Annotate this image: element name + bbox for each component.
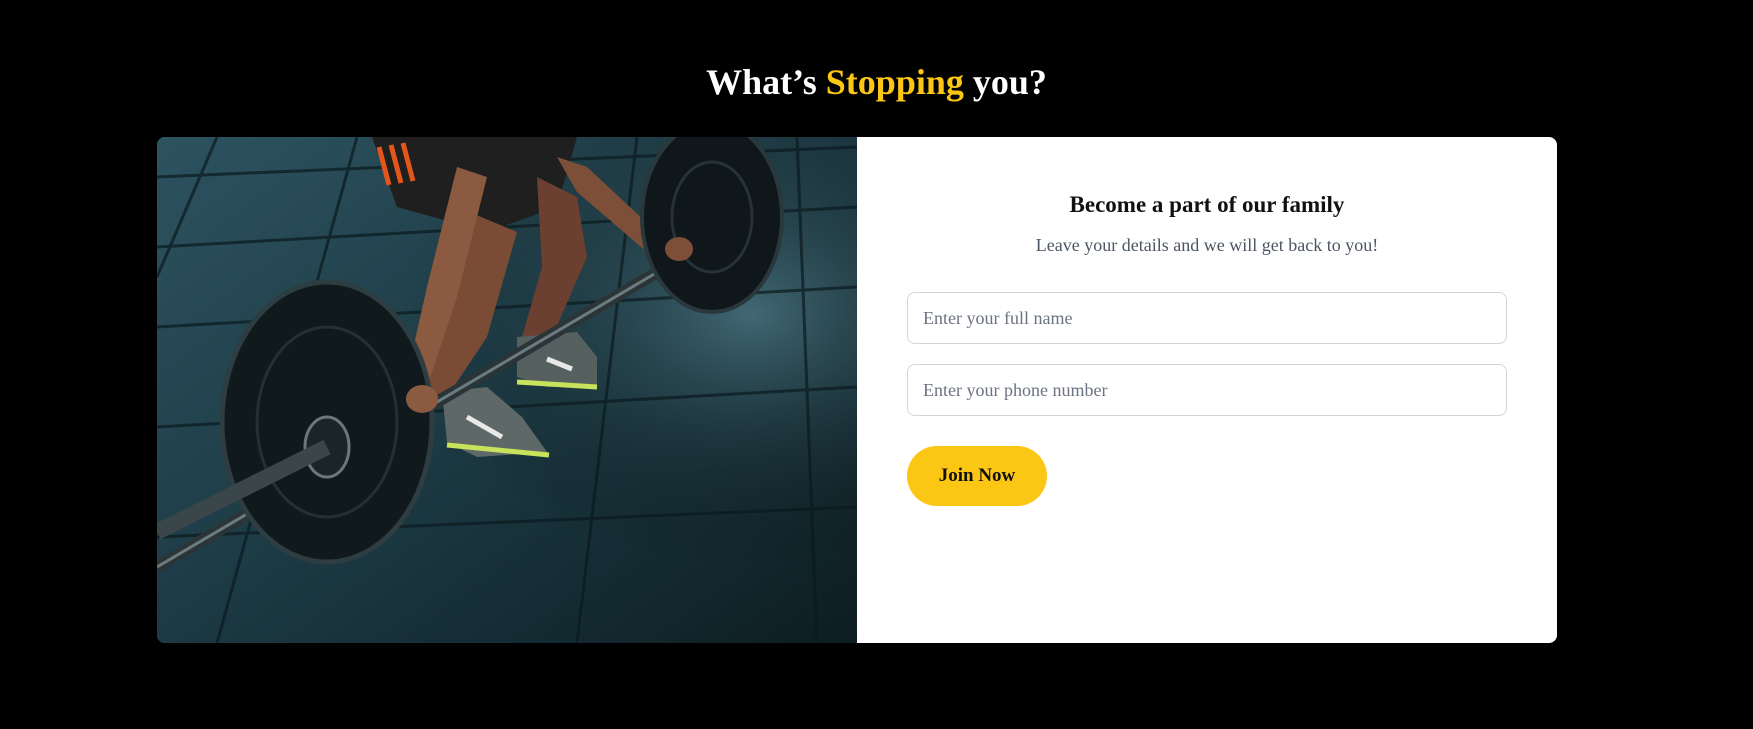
deadlift-photo (157, 137, 857, 643)
signup-card: Become a part of our family Leave your d… (157, 137, 1557, 643)
section-heading: What’s Stopping you? (0, 58, 1753, 106)
form-title: Become a part of our family (1069, 192, 1345, 217)
heading-text-start: What’s (706, 62, 826, 102)
full-name-input[interactable] (907, 292, 1507, 344)
join-now-button[interactable]: Join Now (907, 446, 1047, 506)
form-subtitle: Leave your details and we will get back … (1035, 235, 1379, 255)
heading-accent-word: Stopping (825, 62, 964, 102)
heading-text-end: you? (963, 62, 1047, 102)
signup-form: Become a part of our family Leave your d… (857, 137, 1557, 643)
phone-number-input[interactable] (907, 364, 1507, 416)
barbell-image-illustration (157, 137, 857, 643)
